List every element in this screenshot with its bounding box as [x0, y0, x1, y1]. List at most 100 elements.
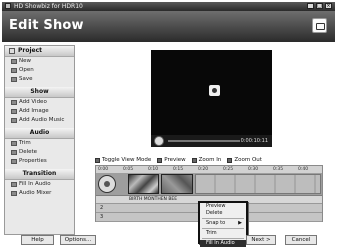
- menu-separator: [202, 238, 244, 239]
- next-button[interactable]: Next >: [246, 235, 276, 245]
- options-button[interactable]: Options...: [60, 235, 96, 245]
- track-number: 2: [100, 205, 104, 211]
- sidebar-item-label: Save: [19, 76, 33, 82]
- menu-item-delete[interactable]: Delete: [200, 210, 246, 217]
- save-icon: [11, 77, 17, 82]
- maximize-button[interactable]: □: [316, 3, 323, 9]
- sidebar-item-add-video[interactable]: Add Video: [5, 98, 74, 107]
- sidebar-item-label: Fill In Audio: [19, 181, 51, 187]
- context-menu: Preview Delete Snap to ▶ Trim Fill In Au…: [198, 201, 248, 247]
- trim-icon: [11, 141, 17, 146]
- window-controls: _ □ ×: [307, 3, 332, 9]
- toolbar-label: Zoom In: [198, 157, 222, 163]
- logo-icon: [312, 18, 327, 33]
- preview-icon: [157, 157, 163, 163]
- sidebar-item-open[interactable]: Open: [5, 66, 74, 75]
- progress-track[interactable]: [168, 140, 240, 142]
- open-icon: [11, 68, 17, 73]
- ruler-tick-label: 0:05: [123, 167, 134, 172]
- help-button[interactable]: Help: [21, 235, 54, 245]
- audio-icon: [11, 182, 17, 187]
- ruler-tick-label: 0:30: [248, 167, 259, 172]
- track-number: 3: [100, 214, 104, 220]
- sidebar-item-delete[interactable]: Delete: [5, 148, 74, 157]
- sidebar-item-save[interactable]: Save: [5, 75, 74, 84]
- sidebar-item-trim[interactable]: Trim: [5, 139, 74, 148]
- video-preview: [151, 50, 272, 142]
- sidebar-section-show: Show Add Video Add Image Add Audio Music: [5, 87, 74, 128]
- ruler-tick-label: 0:15: [173, 167, 184, 172]
- zoom-in-button[interactable]: Zoom In: [191, 155, 222, 165]
- new-icon: [11, 59, 17, 64]
- sidebar-item-properties[interactable]: Properties: [5, 157, 74, 166]
- timeline-clip[interactable]: [161, 174, 193, 194]
- zoom-in-icon: [191, 157, 197, 163]
- cancel-button[interactable]: Cancel: [285, 235, 317, 245]
- ruler-tick-label: 0:40: [298, 167, 309, 172]
- close-button[interactable]: ×: [325, 3, 332, 9]
- preview-button[interactable]: Preview: [157, 155, 186, 165]
- menu-separator: [202, 218, 244, 219]
- toggle-view-mode-button[interactable]: Toggle View Mode: [95, 155, 151, 165]
- sidebar-item-label: Trim: [19, 140, 31, 146]
- video-icon: [11, 100, 17, 105]
- minimize-button[interactable]: _: [307, 3, 314, 9]
- section-title-transition: Transition: [5, 169, 74, 180]
- menu-item-snap-to[interactable]: Snap to ▶: [200, 220, 246, 227]
- sidebar-item-label: Add Image: [19, 108, 49, 114]
- play-button[interactable]: [154, 136, 164, 146]
- clip-label: BIRTH MONTHEN BEE: [129, 197, 178, 202]
- preview-center-icon: [209, 85, 220, 96]
- film-reel-icon: [98, 175, 116, 193]
- sidebar-item-add-image[interactable]: Add Image: [5, 107, 74, 116]
- title-bar: HD Showbiz for HDR10 _ □ ×: [2, 2, 335, 11]
- zoom-out-button[interactable]: Zoom Out: [227, 155, 262, 165]
- mixer-icon: [11, 191, 17, 196]
- timeline-clip[interactable]: [195, 174, 321, 194]
- ruler-tick-label: 0:20: [198, 167, 209, 172]
- sidebar-item-label: Properties: [19, 158, 47, 164]
- preview-time: 0:00:10:11: [240, 138, 268, 144]
- sidebar-item-label: Audio Mixer: [19, 190, 52, 196]
- zoom-out-icon: [227, 157, 233, 163]
- app-icon: [5, 3, 11, 9]
- sidebar-section-audio: Audio Trim Delete Properties: [5, 128, 74, 169]
- sidebar-item-label: Add Audio Music: [19, 117, 65, 123]
- sidebar-item-new[interactable]: New: [5, 57, 74, 66]
- submenu-arrow-icon: ▶: [238, 220, 242, 226]
- menu-item-preview[interactable]: Preview: [200, 203, 246, 210]
- sidebar: Project New Open Save Show Add Video Add…: [4, 45, 75, 235]
- properties-icon: [11, 159, 17, 164]
- sidebar-section-transition: Transition Fill In Audio Audio Mixer: [5, 169, 74, 201]
- menu-item-label: Snap to: [206, 220, 226, 226]
- view-mode-icon: [95, 157, 100, 163]
- sidebar-item-label: Open: [19, 67, 34, 73]
- sidebar-item-label: New: [19, 58, 31, 64]
- sidebar-item-add-audio-music[interactable]: Add Audio Music: [5, 116, 74, 125]
- toolbar-label: Preview: [164, 157, 186, 163]
- page-title: Edit Show: [9, 18, 84, 33]
- ruler-tick-label: 0:35: [273, 167, 284, 172]
- sidebar-item-audio-mixer[interactable]: Audio Mixer: [5, 189, 74, 198]
- header-band: Edit Show: [2, 11, 335, 42]
- section-title-audio: Audio: [5, 128, 74, 139]
- menu-separator: [202, 228, 244, 229]
- section-title-show: Show: [5, 87, 74, 98]
- delete-icon: [11, 150, 17, 155]
- menu-item-trim[interactable]: Trim: [200, 230, 246, 237]
- sidebar-item-fill-in-audio[interactable]: Fill In Audio: [5, 180, 74, 189]
- sidebar-section-project: Project New Open Save: [5, 46, 74, 87]
- toolbar-label: Toggle View Mode: [102, 157, 152, 163]
- ruler-tick-label: 0:00: [98, 167, 109, 172]
- preview-controls: 0:00:10:11: [151, 135, 272, 147]
- sidebar-item-label: Add Video: [19, 99, 47, 105]
- timeline-clip[interactable]: [128, 174, 159, 194]
- section-title-project: Project: [5, 46, 74, 57]
- ruler-tick-label: 0:10: [148, 167, 159, 172]
- toolbar-label: Zoom Out: [234, 157, 262, 163]
- timeline-toolbar: Toggle View Mode Preview Zoom In Zoom Ou…: [95, 155, 323, 165]
- menu-item-fill-in-audio[interactable]: Fill In Audio: [200, 240, 246, 247]
- window-title: HD Showbiz for HDR10: [14, 3, 83, 10]
- video-track: [96, 173, 322, 196]
- image-icon: [11, 109, 17, 114]
